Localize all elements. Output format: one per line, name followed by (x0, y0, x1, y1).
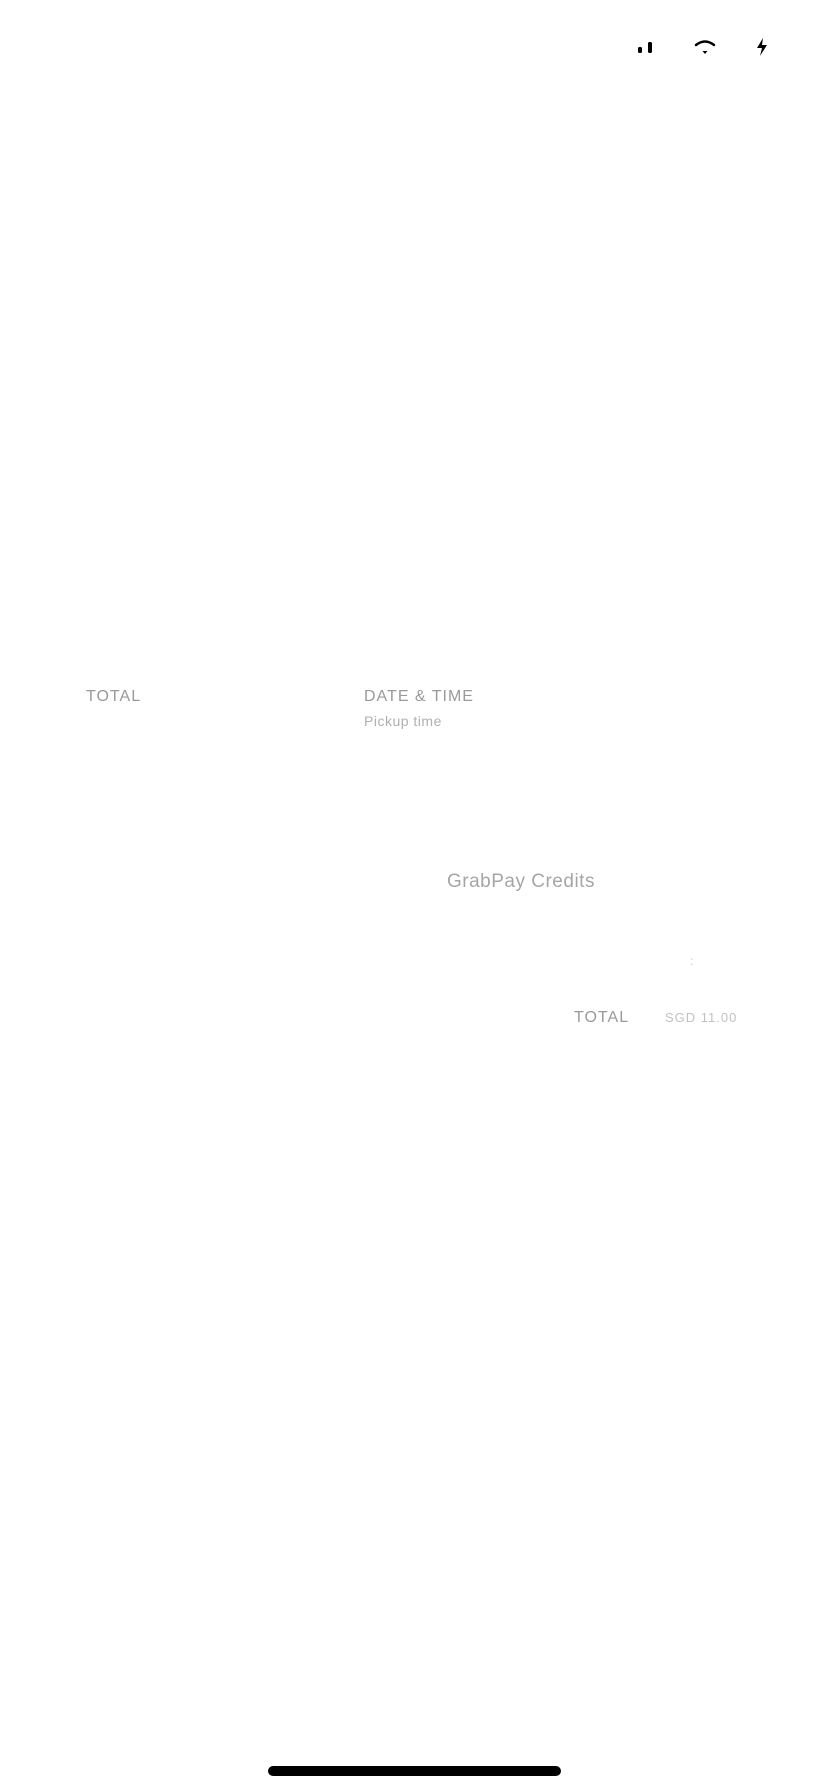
pickup-time-label: Pickup time (364, 713, 442, 729)
payment-total-amount: SGD 11.00 (665, 1010, 738, 1025)
total-label: TOTAL (86, 688, 142, 705)
payment-method-label: GrabPay Credits (447, 871, 595, 892)
status-bar (0, 0, 828, 100)
date-time-label: DATE & TIME (364, 688, 474, 705)
status-icons (638, 38, 768, 56)
signal-icon (638, 41, 654, 53)
battery-charging-icon (756, 38, 768, 56)
separator-marker: : (690, 954, 695, 968)
wifi-icon (694, 40, 716, 54)
payment-total-label: TOTAL (574, 1009, 630, 1026)
home-indicator[interactable] (268, 1766, 561, 1776)
